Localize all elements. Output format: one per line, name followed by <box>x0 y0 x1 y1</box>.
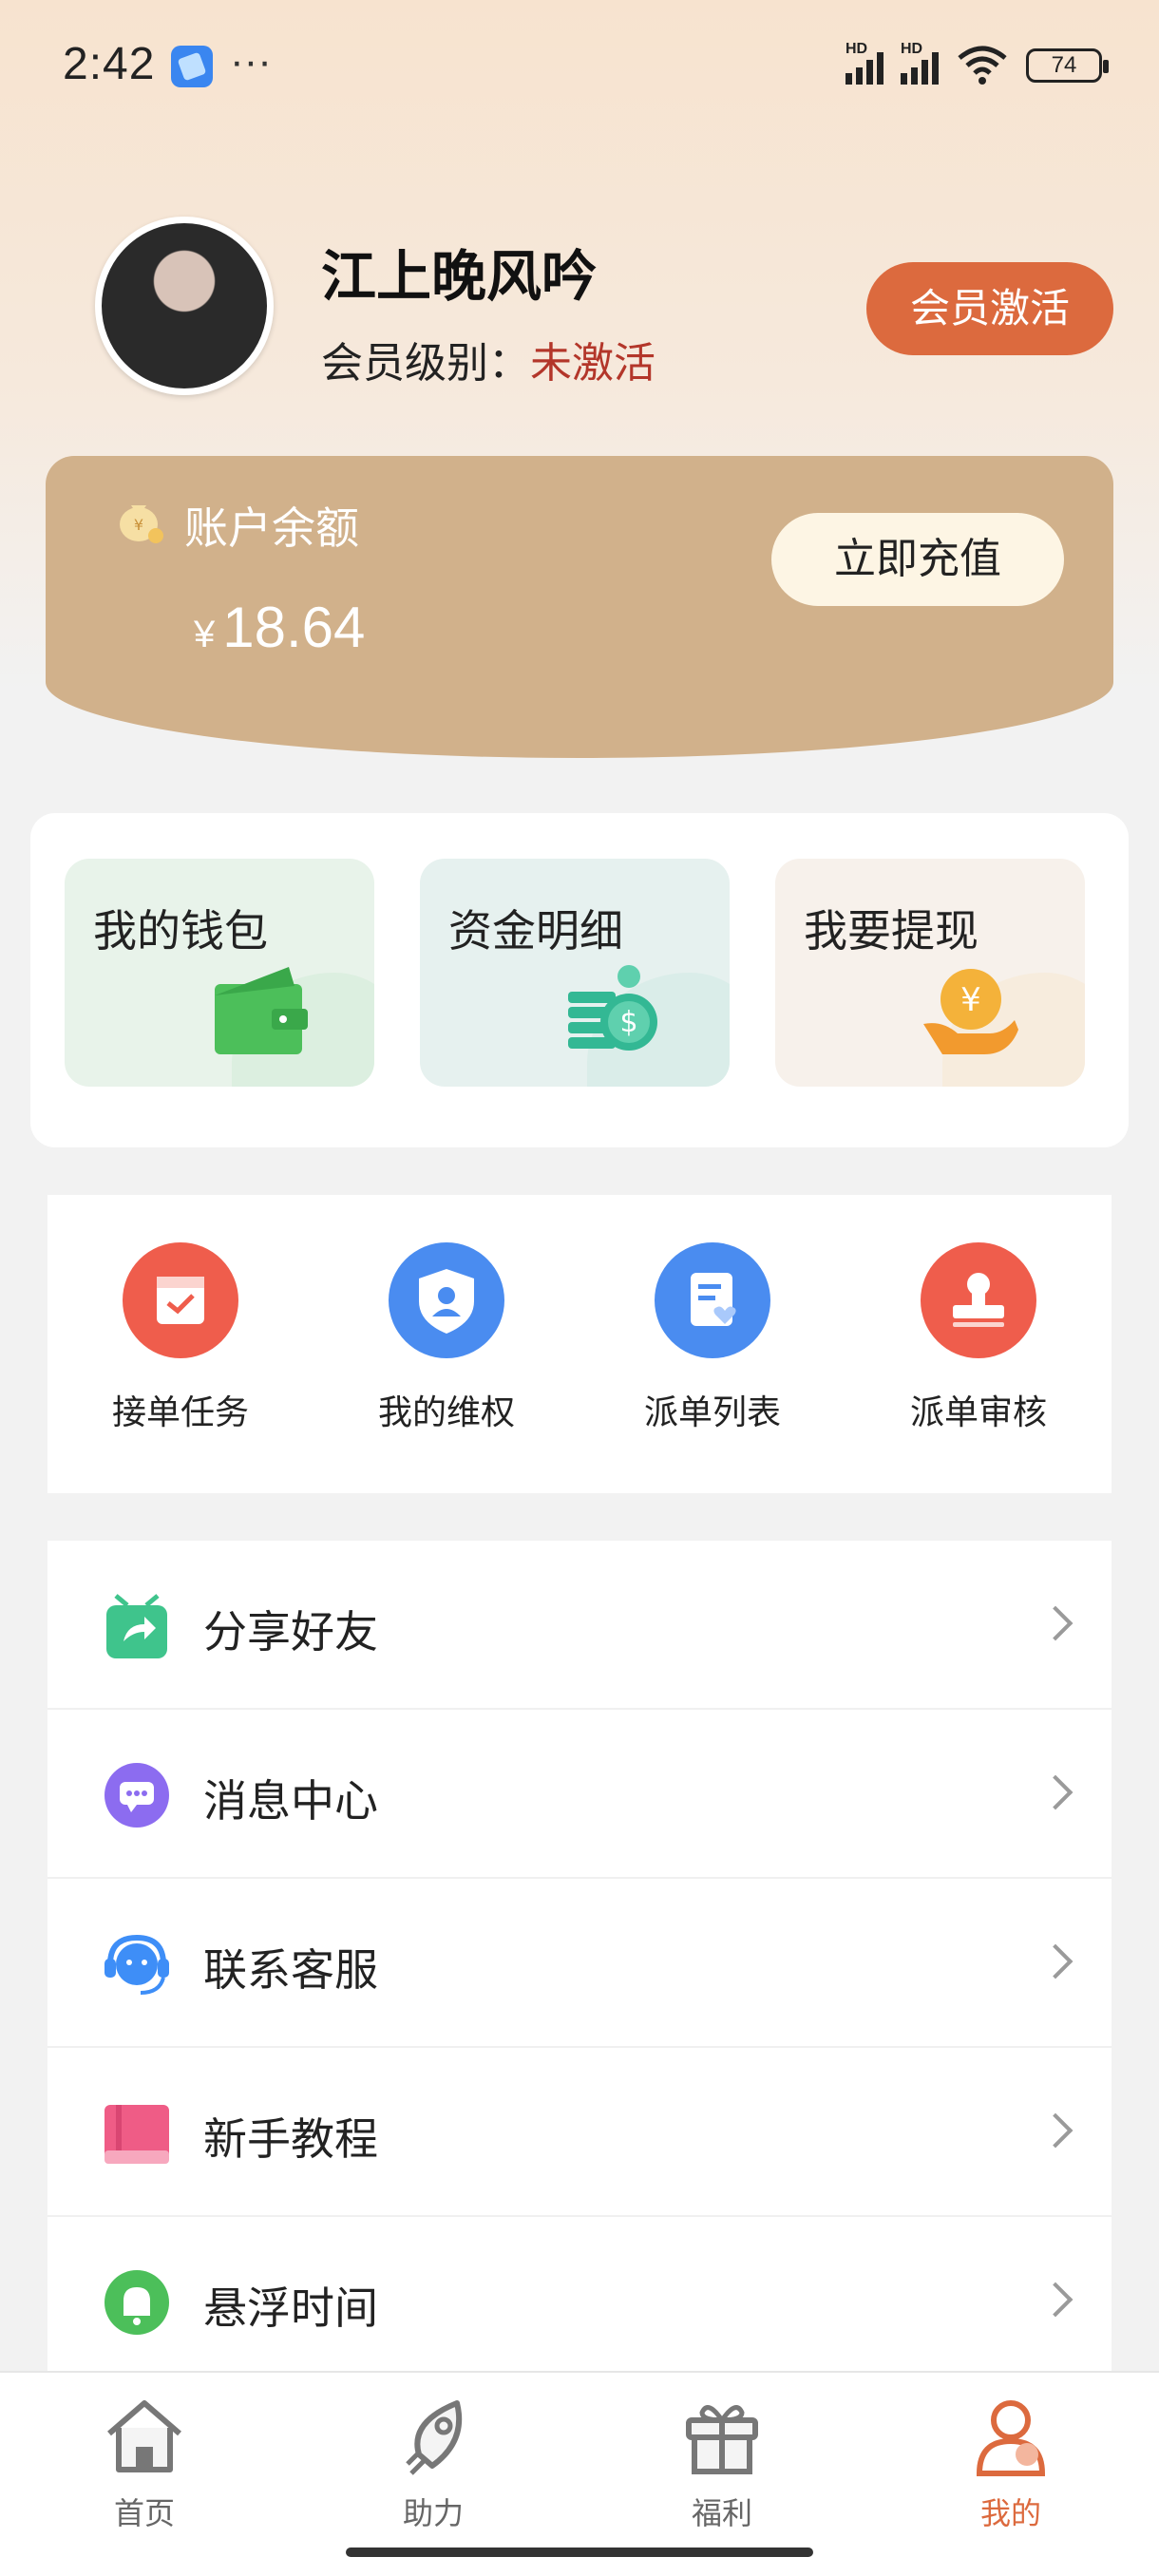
chevron-right-icon <box>1037 1605 1074 1641</box>
quick-action-my-rights[interactable]: 我的维权 <box>352 1242 542 1434</box>
message-icon <box>104 1763 169 1828</box>
menu-item-label: 分享好友 <box>203 1607 378 1657</box>
cellular-signal-icon: HD <box>846 41 884 85</box>
balance-amount: ¥18.64 <box>194 595 365 660</box>
member-level-value: 未激活 <box>530 340 656 387</box>
menu-item-label: 新手教程 <box>203 2114 378 2164</box>
wallet-card-fund-details[interactable]: 资金明细 $ <box>420 859 730 1087</box>
chevron-right-icon <box>1037 2282 1074 2318</box>
menu-item-float-time[interactable]: 悬浮时间 <box>48 2217 1112 2386</box>
status-indicators: HD HD 74 <box>846 41 1109 89</box>
gift-icon <box>686 2405 758 2474</box>
quick-action-label: 派单审核 <box>909 1392 1047 1431</box>
wallet-section: 我的钱包 资金明细 $ 我要提现 ¥ <box>30 813 1129 1147</box>
battery-icon: 74 <box>1026 48 1109 83</box>
bottom-nav: 首页 助力 福利 我的 <box>0 2371 1159 2576</box>
wallet-card-my-wallet[interactable]: 我的钱包 <box>65 859 374 1087</box>
chevron-right-icon <box>1037 1774 1074 1810</box>
menu-item-beginner-tutorial[interactable]: 新手教程 <box>48 2048 1112 2217</box>
status-time: 2:42 <box>63 39 156 89</box>
book-icon <box>104 2105 169 2164</box>
balance-card: ¥ 账户余额 ¥18.64 立即充值 <box>46 456 1113 758</box>
menu-item-message-center[interactable]: 消息中心 <box>48 1710 1112 1879</box>
quick-action-label: 接单任务 <box>111 1392 249 1431</box>
menu-item-label: 悬浮时间 <box>203 2283 378 2333</box>
activate-membership-button[interactable]: 会员激活 <box>866 262 1113 355</box>
share-gift-icon <box>106 1594 167 1658</box>
headset-icon <box>104 1934 169 1995</box>
svg-text:$: $ <box>619 1006 637 1039</box>
user-icon <box>976 2400 1046 2476</box>
nav-welfare[interactable]: 福利 <box>627 2394 817 2533</box>
wallet-card-label: 我的钱包 <box>93 906 268 956</box>
menu-item-customer-service[interactable]: 联系客服 <box>48 1879 1112 2048</box>
nav-label: 首页 <box>113 2496 175 2530</box>
menu-item-label: 联系客服 <box>203 1945 378 1995</box>
nav-label: 助力 <box>402 2496 464 2530</box>
quick-action-dispatch-list[interactable]: 派单列表 <box>618 1242 808 1434</box>
nav-label: 我的 <box>979 2496 1041 2530</box>
quick-actions: 接单任务 我的维权 派单列表 派单审核 <box>48 1195 1112 1493</box>
menu-item-share-friends[interactable]: 分享好友 <box>48 1541 1112 1710</box>
avatar[interactable] <box>95 217 274 395</box>
nav-home[interactable]: 首页 <box>49 2394 239 2533</box>
shield-user-icon <box>389 1242 504 1358</box>
chevron-right-icon <box>1037 2112 1074 2149</box>
document-heart-icon <box>655 1242 770 1358</box>
bell-icon <box>104 2270 169 2335</box>
nav-label: 福利 <box>691 2496 752 2530</box>
app-notification-icon <box>171 46 213 87</box>
balance-label: 账户余额 <box>184 503 359 553</box>
coins-icon: $ <box>568 965 657 1051</box>
quick-action-label: 我的维权 <box>377 1392 515 1431</box>
money-bag-icon: ¥ <box>120 505 163 543</box>
menu-list: 分享好友 消息中心 联系客服 新手教程 悬浮时间 <box>48 1541 1112 2377</box>
home-indicator[interactable] <box>346 2548 813 2557</box>
wallet-card-withdraw[interactable]: 我要提现 ¥ <box>775 859 1085 1087</box>
currency-symbol: ¥ <box>194 614 216 655</box>
svg-text:¥: ¥ <box>134 516 143 534</box>
withdraw-hand-icon: ¥ <box>923 969 1018 1054</box>
svg-text:¥: ¥ <box>960 981 981 1019</box>
wallet-icon <box>215 967 308 1054</box>
nav-mine[interactable]: 我的 <box>916 2394 1106 2533</box>
nav-boost[interactable]: 助力 <box>338 2394 528 2533</box>
member-level-label: 会员级别： <box>321 340 530 387</box>
cellular-signal-icon-2: HD <box>901 41 939 85</box>
wallet-card-label: 我要提现 <box>804 906 978 956</box>
balance-number: 18.64 <box>222 596 366 659</box>
username: 江上晚风吟 <box>321 246 598 308</box>
calendar-check-icon <box>123 1242 238 1358</box>
quick-action-dispatch-review[interactable]: 派单审核 <box>884 1242 1074 1434</box>
status-bar: 2:42 ··· HD HD 74 <box>0 0 1159 133</box>
member-level: 会员级别：未激活 <box>321 329 656 389</box>
home-icon <box>107 2400 181 2472</box>
stamp-icon <box>921 1242 1036 1358</box>
recharge-button[interactable]: 立即充值 <box>771 513 1064 606</box>
wifi-icon <box>958 46 1007 85</box>
menu-item-label: 消息中心 <box>203 1776 378 1826</box>
quick-action-accept-tasks[interactable]: 接单任务 <box>86 1242 276 1434</box>
more-notifications-icon: ··· <box>230 38 272 85</box>
quick-action-label: 派单列表 <box>643 1392 781 1431</box>
wallet-card-label: 资金明细 <box>448 906 623 956</box>
chevron-right-icon <box>1037 1943 1074 1979</box>
rocket-icon <box>406 2400 463 2475</box>
